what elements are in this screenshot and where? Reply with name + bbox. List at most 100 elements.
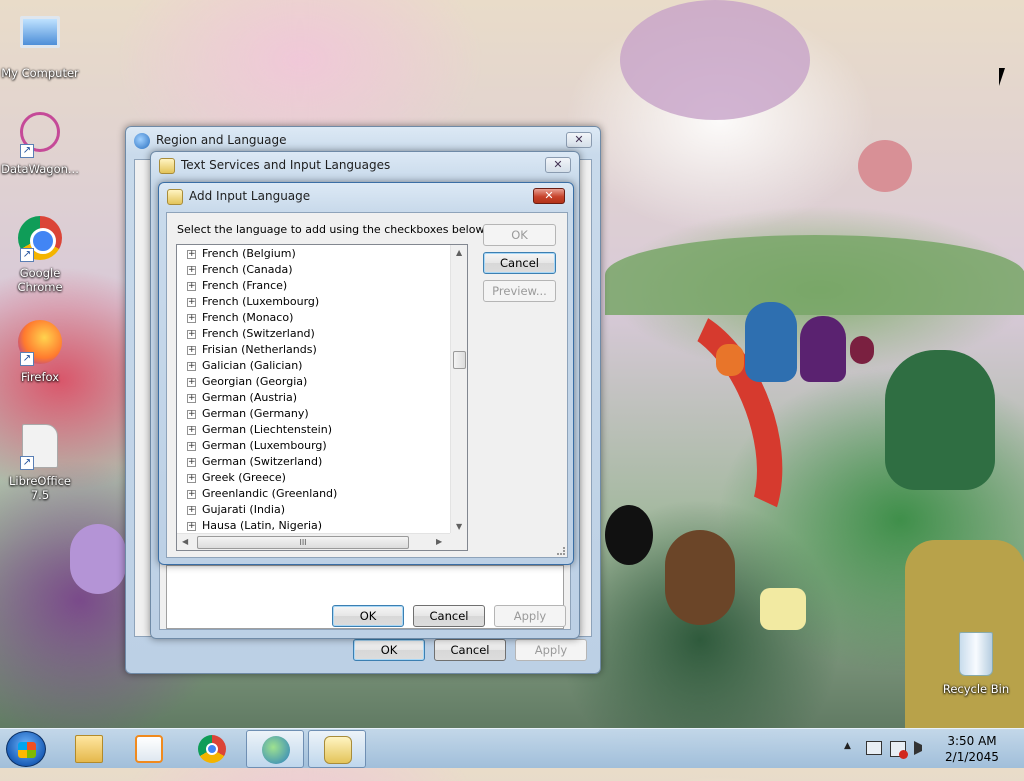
close-icon: ✕ [553, 158, 563, 171]
globe-clock-icon [262, 736, 290, 764]
language-label: Gujarati (India) [202, 503, 285, 516]
mouse-cursor-icon [999, 68, 1011, 86]
ok-button[interactable]: OK [353, 639, 425, 661]
expand-plus-icon[interactable]: + [187, 410, 196, 419]
taskbar-chrome[interactable] [183, 730, 241, 768]
scroll-right-arrow-icon[interactable]: ▶ [436, 537, 442, 546]
resize-grip-icon[interactable] [557, 547, 565, 555]
language-label: Hausa (Latin, Nigeria) [202, 519, 323, 532]
language-label: French (Monaco) [202, 311, 294, 324]
language-label: German (Germany) [202, 407, 309, 420]
desktop-icon-firefox[interactable]: ↗ Firefox [0, 318, 80, 384]
language-label: Greenlandic (Greenland) [202, 487, 338, 500]
volume-icon[interactable] [914, 741, 928, 755]
language-label: French (Belgium) [202, 247, 296, 260]
language-tree-list[interactable]: + French (Belgium) + French (Canada) + French… [176, 244, 468, 551]
text-services-titlebar[interactable]: Text Services and Input Languages ✕ [151, 152, 579, 180]
ok-button[interactable]: OK [483, 224, 556, 246]
taskbar-explorer[interactable] [60, 730, 118, 768]
taskbar: ▲ 3:50 AM 2/1/2045 [0, 728, 1024, 768]
datawagon-icon: ↗ [16, 112, 64, 160]
horizontal-scroll-thumb[interactable]: III [197, 536, 409, 549]
show-hidden-icons-button[interactable]: ▲ [844, 741, 851, 781]
taskbar-region-language[interactable] [246, 730, 304, 768]
close-button[interactable]: ✕ [566, 132, 592, 148]
preview-button[interactable]: Preview... [483, 280, 556, 302]
chevron-up-icon: ▲ [844, 741, 851, 751]
window-title: Region and Language [156, 133, 287, 147]
desktop-icon-libreoffice[interactable]: ↗ LibreOffice 7.5 [0, 422, 80, 502]
scroll-grip-icon: III [299, 538, 307, 547]
scroll-corner [450, 533, 467, 550]
expand-plus-icon[interactable]: + [187, 282, 196, 291]
cancel-button[interactable]: Cancel [413, 605, 485, 627]
network-icon[interactable] [866, 741, 882, 755]
add-input-language-titlebar[interactable]: Add Input Language ✕ [159, 183, 573, 211]
shortcut-arrow-icon: ↗ [20, 144, 34, 158]
dialog-title: Add Input Language [189, 189, 311, 203]
shortcut-arrow-icon: ↗ [20, 456, 34, 470]
expand-plus-icon[interactable]: + [187, 474, 196, 483]
close-button[interactable]: ✕ [533, 188, 565, 204]
desktop-icon-label: Google Chrome [17, 266, 63, 294]
system-clock[interactable]: 3:50 AM 2/1/2045 [932, 733, 1012, 765]
vertical-scrollbar[interactable]: ▲ ▼ [450, 245, 467, 535]
expand-plus-icon[interactable]: + [187, 362, 196, 371]
apply-button[interactable]: Apply [515, 639, 587, 661]
close-button[interactable]: ✕ [545, 157, 571, 173]
desktop-icon-google-chrome[interactable]: ↗ Google Chrome [0, 214, 80, 294]
shortcut-arrow-icon: ↗ [20, 248, 34, 262]
expand-plus-icon[interactable]: + [187, 298, 196, 307]
language-label: Frisian (Netherlands) [202, 343, 317, 356]
expand-plus-icon[interactable]: + [187, 250, 196, 259]
start-button[interactable] [6, 731, 46, 767]
language-label: German (Luxembourg) [202, 439, 327, 452]
vertical-scroll-thumb[interactable] [453, 351, 466, 369]
firefox-icon: ↗ [16, 320, 64, 368]
wallpaper-orange-figure [716, 344, 744, 376]
close-icon: ✕ [544, 189, 554, 202]
expand-plus-icon[interactable]: + [187, 314, 196, 323]
desktop-icon-label: Recycle Bin [942, 682, 1010, 696]
desktop-icon-my-computer[interactable]: My Computer [0, 8, 80, 80]
taskbar-text-services[interactable] [308, 730, 366, 768]
keyboard-icon [159, 158, 175, 174]
wallpaper-purple-blob [70, 524, 126, 594]
language-label: Galician (Galician) [202, 359, 303, 372]
expand-plus-icon[interactable]: + [187, 330, 196, 339]
cancel-button[interactable]: Cancel [434, 639, 506, 661]
keyboard-icon [167, 189, 183, 205]
apply-button[interactable]: Apply [494, 605, 566, 627]
wallpaper-yellow-creature [760, 588, 806, 630]
taskbar-media-player[interactable] [120, 730, 178, 768]
expand-plus-icon[interactable]: + [187, 458, 196, 467]
expand-plus-icon[interactable]: + [187, 426, 196, 435]
expand-plus-icon[interactable]: + [187, 506, 196, 515]
expand-plus-icon[interactable]: + [187, 490, 196, 499]
wallpaper-purple-figure [800, 316, 846, 382]
scroll-up-arrow-icon[interactable]: ▲ [456, 248, 462, 257]
language-label: French (France) [202, 279, 288, 292]
expand-plus-icon[interactable]: + [187, 378, 196, 387]
shortcut-arrow-icon: ↗ [20, 352, 34, 366]
expand-plus-icon[interactable]: + [187, 522, 196, 531]
desktop-icon-datawagon[interactable]: ↗ DataWagon... [0, 108, 80, 176]
wallpaper-maroon-figure [850, 336, 874, 364]
ok-button[interactable]: OK [332, 605, 404, 627]
language-label: French (Luxembourg) [202, 295, 320, 308]
horizontal-scrollbar[interactable]: ◀ III ▶ [177, 533, 452, 550]
scroll-down-arrow-icon[interactable]: ▼ [456, 522, 462, 531]
instruction-text: Select the language to add using the che… [177, 223, 487, 236]
desktop-icon-recycle-bin[interactable]: Recycle Bin [936, 630, 1016, 696]
expand-plus-icon[interactable]: + [187, 394, 196, 403]
expand-plus-icon[interactable]: + [187, 266, 196, 275]
expand-plus-icon[interactable]: + [187, 442, 196, 451]
keyboard-icon [324, 736, 352, 764]
clock-date: 2/1/2045 [945, 750, 999, 764]
language-label: French (Switzerland) [202, 327, 315, 340]
action-center-flag-icon[interactable] [890, 741, 908, 759]
wallpaper-hills [605, 235, 1024, 315]
cancel-button[interactable]: Cancel [483, 252, 556, 274]
scroll-left-arrow-icon[interactable]: ◀ [182, 537, 188, 546]
expand-plus-icon[interactable]: + [187, 346, 196, 355]
